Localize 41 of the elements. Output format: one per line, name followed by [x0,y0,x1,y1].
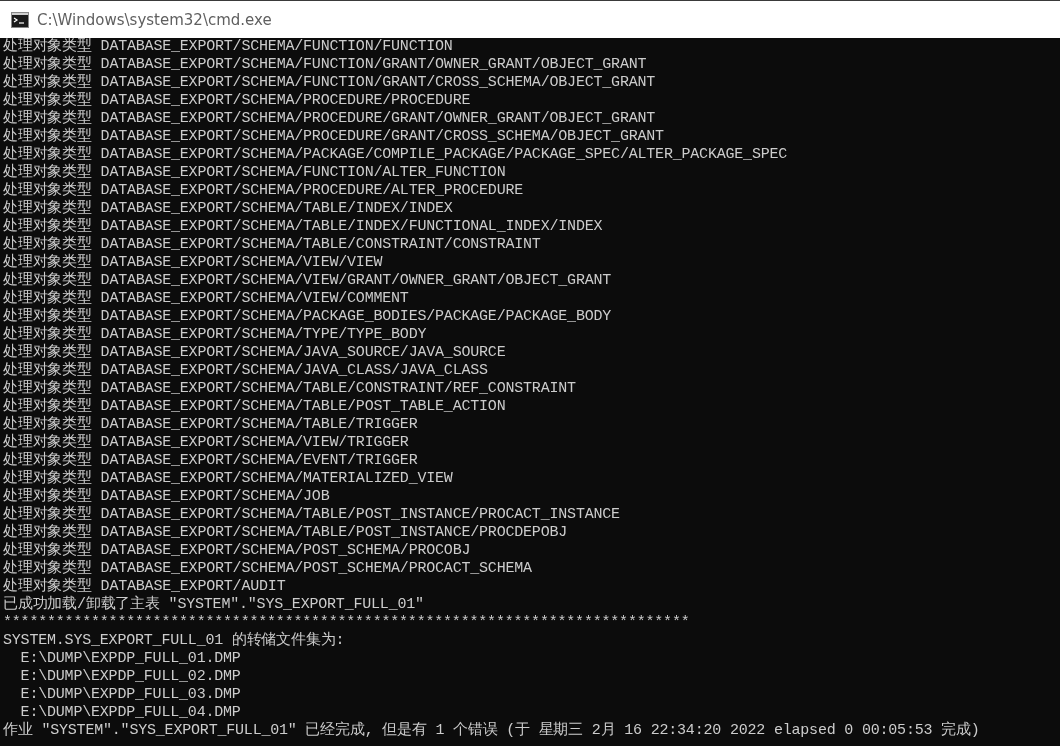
console-line: 处理对象类型 DATABASE_EXPORT/SCHEMA/PACKAGE/COMPILE_PACKAGE/PACKAGE_SPEC/ALTER_PACKAGE_SPEC [3,146,789,163]
console-line: 处理对象类型 DATABASE_EXPORT/SCHEMA/POST_SCHEMA/PROCACT_SCHEMA [3,560,533,577]
console-line: 处理对象类型 DATABASE_EXPORT/SCHEMA/PACKAGE_BODIES/PACKAGE/PACKAGE_BODY [3,308,613,325]
console-line: E:\DUMP\EXPDP_FULL_02.DMP [19,668,242,686]
console-line: 处理对象类型 DATABASE_EXPORT/SCHEMA/EVENT/TRIGGER [3,452,419,469]
command-prompt-icon [11,11,29,28]
console-line: 处理对象类型 DATABASE_EXPORT/SCHEMA/PROCEDURE/GRANT/OWNER_GRANT/OBJECT_GRANT [3,110,657,127]
console-line: 处理对象类型 DATABASE_EXPORT/SCHEMA/TABLE/POST_TABLE_ACTION [3,398,507,415]
console-line: ****************************************************************************** [3,614,691,631]
console-line: 处理对象类型 DATABASE_EXPORT/SCHEMA/TABLE/CONSTRAINT/CONSTRAINT [3,236,542,253]
console-line: 处理对象类型 DATABASE_EXPORT/SCHEMA/TABLE/POST_INSTANCE/PROCACT_INSTANCE [3,506,621,523]
console-line: 处理对象类型 DATABASE_EXPORT/SCHEMA/PROCEDURE/GRANT/CROSS_SCHEMA/OBJECT_GRANT [3,128,665,145]
console-line: 处理对象类型 DATABASE_EXPORT/SCHEMA/FUNCTION/GRANT/OWNER_GRANT/OBJECT_GRANT [3,56,648,73]
console-line: 处理对象类型 DATABASE_EXPORT/SCHEMA/PROCEDURE/PROCEDURE [3,92,472,109]
console-line: 处理对象类型 DATABASE_EXPORT/SCHEMA/TABLE/POST_INSTANCE/PROCDEPOBJ [3,524,569,541]
console-line: 已成功加载/卸载了主表 "SYSTEM"."SYS_EXPORT_FULL_01" [3,596,425,614]
console-line: SYSTEM.SYS_EXPORT_FULL_01 的转储文件集为: [3,632,346,650]
console-line: 处理对象类型 DATABASE_EXPORT/SCHEMA/JAVA_SOURCE/JAVA_SOURCE [3,344,507,361]
console-line: 作业 "SYSTEM"."SYS_EXPORT_FULL_01" 已经完成, 但是有 1 个错误 (于 星期三 2月 16 22:34:20 2022 elapsed 0 00:05:53 完成) [3,722,981,740]
console-line: 处理对象类型 DATABASE_EXPORT/SCHEMA/VIEW/GRANT/OWNER_GRANT/OBJECT_GRANT [3,272,613,289]
console-line: 处理对象类型 DATABASE_EXPORT/SCHEMA/VIEW/TRIGGER [3,434,410,451]
console-line: 处理对象类型 DATABASE_EXPORT/SCHEMA/FUNCTION/GRANT/CROSS_SCHEMA/OBJECT_GRANT [3,74,657,91]
console-line: 处理对象类型 DATABASE_EXPORT/SCHEMA/JAVA_CLASS/JAVA_CLASS [3,362,489,379]
console-line: 处理对象类型 DATABASE_EXPORT/AUDIT [3,578,287,595]
window-title: C:\Windows\system32\cmd.exe [37,10,272,29]
console-line: 处理对象类型 DATABASE_EXPORT/SCHEMA/TABLE/CONSTRAINT/REF_CONSTRAINT [3,380,577,397]
console-line: 处理对象类型 DATABASE_EXPORT/SCHEMA/VIEW/COMMENT [3,290,410,307]
console-line: 处理对象类型 DATABASE_EXPORT/SCHEMA/JOB [3,488,331,505]
console-line: 处理对象类型 DATABASE_EXPORT/SCHEMA/FUNCTION/ALTER_FUNCTION [3,164,507,181]
console-line: E:\DUMP\EXPDP_FULL_01.DMP [19,650,242,668]
console-line: E:\DUMP\EXPDP_FULL_03.DMP [19,686,242,704]
console-line: 处理对象类型 DATABASE_EXPORT/SCHEMA/MATERIALIZED_VIEW [3,470,454,487]
console-line: 处理对象类型 DATABASE_EXPORT/SCHEMA/TYPE/TYPE_BODY [3,326,428,343]
console-line: 处理对象类型 DATABASE_EXPORT/SCHEMA/TABLE/TRIGGER [3,416,419,433]
console-line: 处理对象类型 DATABASE_EXPORT/SCHEMA/FUNCTION/FUNCTION [3,38,454,55]
console-line: E:\DUMP\EXPDP_FULL_04.DMP [19,704,242,721]
console-line: 处理对象类型 DATABASE_EXPORT/SCHEMA/POST_SCHEMA/PROCOBJ [3,542,472,559]
console-line: 处理对象类型 DATABASE_EXPORT/SCHEMA/VIEW/VIEW [3,254,384,271]
console-line: 处理对象类型 DATABASE_EXPORT/SCHEMA/TABLE/INDEX/INDEX [3,200,454,217]
console-line: 处理对象类型 DATABASE_EXPORT/SCHEMA/PROCEDURE/ALTER_PROCEDURE [3,182,525,199]
console-line: 处理对象类型 DATABASE_EXPORT/SCHEMA/TABLE/INDEX/FUNCTIONAL_INDEX/INDEX [3,218,604,235]
